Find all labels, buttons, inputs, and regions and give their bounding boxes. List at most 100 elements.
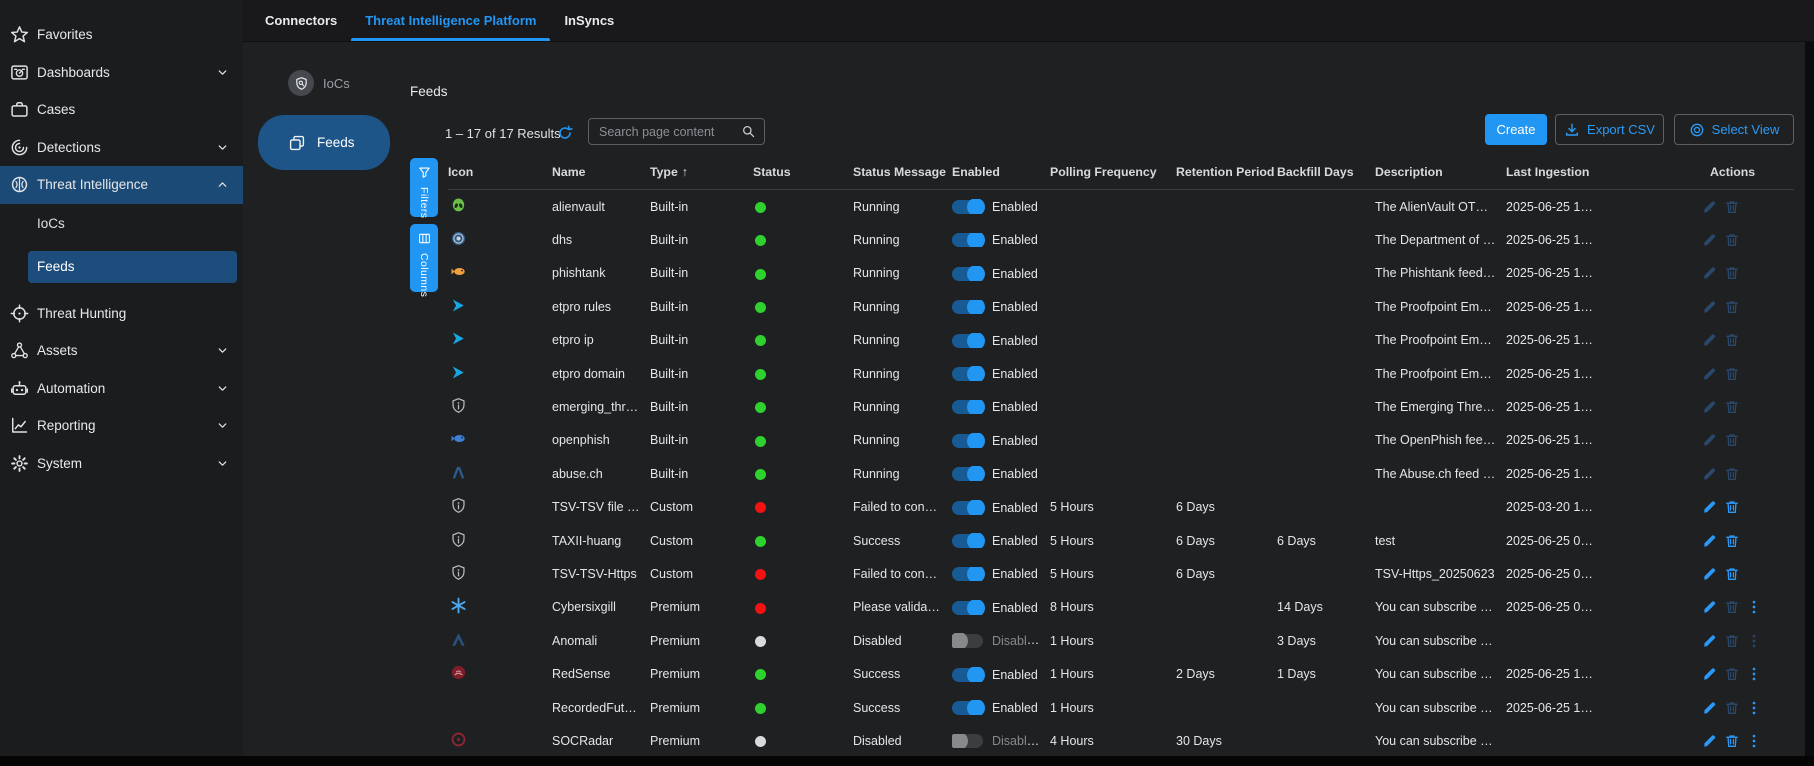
delete-icon[interactable] [1724, 499, 1740, 515]
enabled-toggle[interactable] [952, 300, 983, 314]
export-csv-button[interactable]: Export CSV [1555, 114, 1664, 145]
delete-icon[interactable] [1724, 533, 1740, 549]
edit-icon[interactable] [1702, 265, 1718, 281]
tab-insyncs[interactable]: InSyncs [550, 0, 628, 41]
enabled-toggle[interactable] [952, 534, 983, 548]
sidebar-item-assets[interactable]: Assets [0, 332, 243, 370]
enabled-toggle[interactable] [952, 701, 983, 715]
more-actions-icon[interactable] [1746, 700, 1762, 716]
sidebar-item-detections[interactable]: Detections [0, 129, 243, 167]
sidebar-subitem-iocs[interactable]: IoCs [0, 204, 243, 244]
delete-icon[interactable] [1724, 232, 1740, 248]
table-row[interactable]: RecordedFuture Premium Success Enabled 1… [448, 691, 1794, 724]
enabled-toggle[interactable] [952, 400, 983, 414]
enabled-toggle[interactable] [952, 634, 983, 648]
column-header-last-ingestion[interactable]: Last Ingestion [1506, 165, 1702, 179]
delete-icon[interactable] [1724, 566, 1740, 582]
enabled-toggle[interactable] [952, 668, 983, 682]
enabled-toggle[interactable] [952, 267, 983, 281]
enabled-toggle[interactable] [952, 200, 983, 214]
subnav-item-feeds[interactable]: Feeds [258, 115, 390, 170]
filters-button[interactable]: Filters [410, 158, 438, 217]
enabled-toggle[interactable] [952, 467, 983, 481]
sidebar-item-system[interactable]: System [0, 445, 243, 483]
table-row[interactable]: etpro domain Built-in Running Enabled Th… [448, 357, 1794, 390]
edit-icon[interactable] [1702, 700, 1718, 716]
table-row[interactable]: SOCRadar Premium Disabled Disabled 4 Hou… [448, 724, 1794, 757]
columns-button[interactable]: Columns [410, 224, 438, 292]
column-header-retention-period[interactable]: Retention Period [1176, 165, 1277, 179]
table-row[interactable]: TSV-TSV-Https Custom Failed to conn… Ena… [448, 557, 1794, 590]
edit-icon[interactable] [1702, 399, 1718, 415]
edit-icon[interactable] [1702, 599, 1718, 615]
delete-icon[interactable] [1724, 432, 1740, 448]
column-header-name[interactable]: Name [552, 165, 650, 179]
enabled-toggle[interactable] [952, 334, 983, 348]
delete-icon[interactable] [1724, 599, 1740, 615]
more-actions-icon[interactable] [1746, 599, 1762, 615]
delete-icon[interactable] [1724, 265, 1740, 281]
more-actions-icon[interactable] [1746, 633, 1762, 649]
column-header-icon[interactable]: Icon [448, 165, 552, 179]
enabled-toggle[interactable] [952, 233, 983, 247]
column-header-status[interactable]: Status [753, 165, 853, 179]
select-view-button[interactable]: Select View [1674, 114, 1794, 145]
delete-icon[interactable] [1724, 733, 1740, 749]
delete-icon[interactable] [1724, 700, 1740, 716]
delete-icon[interactable] [1724, 332, 1740, 348]
edit-icon[interactable] [1702, 499, 1718, 515]
tab-threat-intelligence-platform[interactable]: Threat Intelligence Platform [351, 0, 550, 41]
edit-icon[interactable] [1702, 633, 1718, 649]
sidebar-subitem-feeds[interactable]: Feeds [28, 251, 237, 283]
column-header-description[interactable]: Description [1375, 165, 1506, 179]
sidebar-item-automation[interactable]: Automation [0, 370, 243, 408]
table-row[interactable]: emerging_threat Built-in Running Enabled… [448, 390, 1794, 423]
delete-icon[interactable] [1724, 466, 1740, 482]
delete-icon[interactable] [1724, 399, 1740, 415]
table-row[interactable]: openphish Built-in Running Enabled The O… [448, 424, 1794, 457]
enabled-toggle[interactable] [952, 601, 983, 615]
enabled-toggle[interactable] [952, 567, 983, 581]
edit-icon[interactable] [1702, 733, 1718, 749]
table-row[interactable]: alienvault Built-in Running Enabled The … [448, 190, 1794, 223]
create-button[interactable]: Create [1485, 114, 1547, 145]
delete-icon[interactable] [1724, 199, 1740, 215]
sidebar-item-reporting[interactable]: Reporting [0, 407, 243, 445]
sidebar-item-threat-hunting[interactable]: Threat Hunting [0, 295, 243, 333]
sidebar-item-threat-intelligence[interactable]: Threat Intelligence [0, 166, 243, 204]
edit-icon[interactable] [1702, 533, 1718, 549]
search-input[interactable] [589, 125, 741, 139]
edit-icon[interactable] [1702, 299, 1718, 315]
edit-icon[interactable] [1702, 232, 1718, 248]
column-header-status-message[interactable]: Status Message [853, 165, 952, 179]
delete-icon[interactable] [1724, 666, 1740, 682]
delete-icon[interactable] [1724, 366, 1740, 382]
table-row[interactable]: abuse.ch Built-in Running Enabled The Ab… [448, 457, 1794, 490]
column-header-backfill-days[interactable]: Backfill Days [1277, 165, 1375, 179]
enabled-toggle[interactable] [952, 367, 983, 381]
table-row[interactable]: etpro ip Built-in Running Enabled The Pr… [448, 324, 1794, 357]
delete-icon[interactable] [1724, 633, 1740, 649]
enabled-toggle[interactable] [952, 434, 983, 448]
subnav-item-iocs[interactable]: IoCs [288, 70, 350, 96]
edit-icon[interactable] [1702, 566, 1718, 582]
table-row[interactable]: Anomali Premium Disabled Disabled 1 Hour… [448, 624, 1794, 657]
sidebar-item-cases[interactable]: Cases [0, 91, 243, 129]
edit-icon[interactable] [1702, 366, 1718, 382]
edit-icon[interactable] [1702, 332, 1718, 348]
table-row[interactable]: dhs Built-in Running Enabled The Departm… [448, 223, 1794, 256]
column-header-polling-frequency[interactable]: Polling Frequency [1050, 165, 1176, 179]
edit-icon[interactable] [1702, 432, 1718, 448]
table-row[interactable]: TSV-TSV file … Custom Failed to conn… En… [448, 491, 1794, 524]
column-header-enabled[interactable]: Enabled [952, 165, 1050, 179]
table-row[interactable]: TAXII-huang Custom Success Enabled 5 Hou… [448, 524, 1794, 557]
sidebar-item-dashboards[interactable]: Dashboards [0, 54, 243, 92]
table-row[interactable]: phishtank Built-in Running Enabled The P… [448, 257, 1794, 290]
table-row[interactable]: etpro rules Built-in Running Enabled The… [448, 290, 1794, 323]
search-icon[interactable] [741, 124, 756, 139]
column-header-actions[interactable]: Actions [1702, 165, 1794, 179]
edit-icon[interactable] [1702, 199, 1718, 215]
tab-connectors[interactable]: Connectors [251, 0, 351, 41]
refresh-icon[interactable] [557, 125, 573, 141]
more-actions-icon[interactable] [1746, 733, 1762, 749]
